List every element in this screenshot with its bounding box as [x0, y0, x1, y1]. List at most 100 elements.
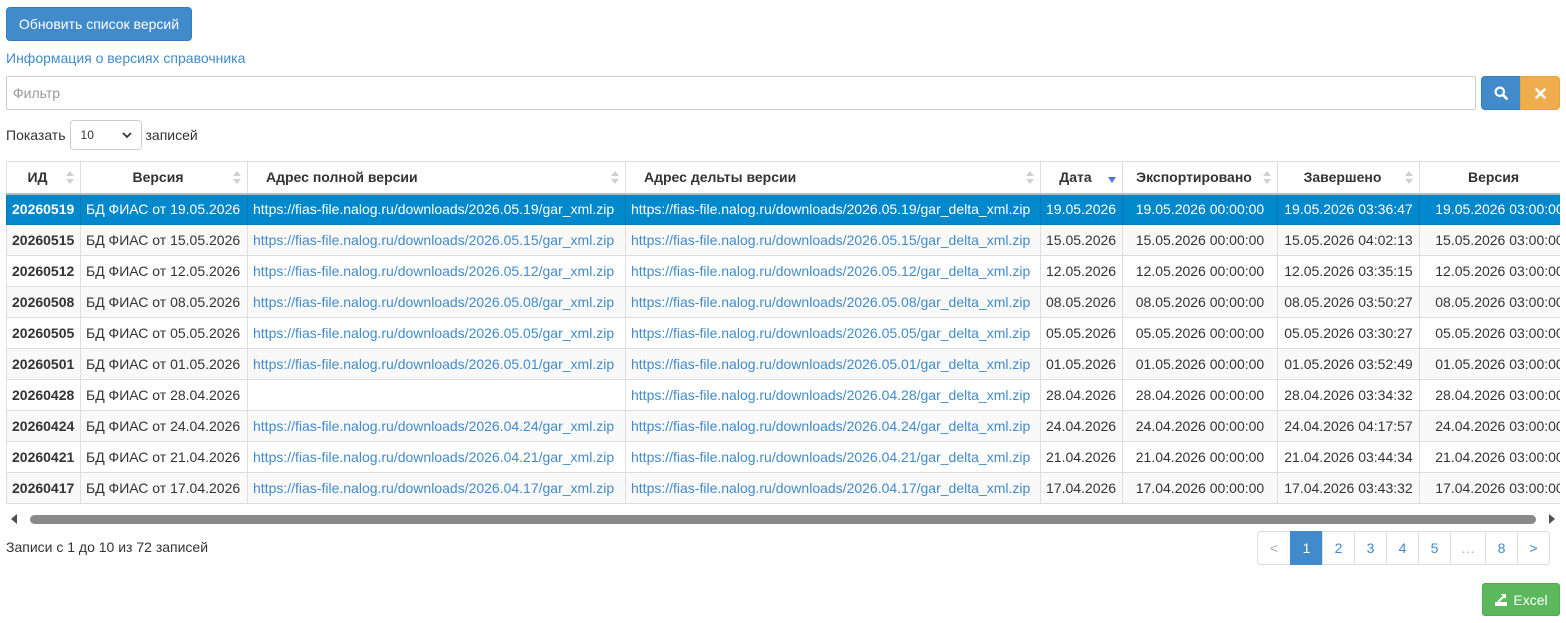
column-header-label: Экспортировано — [1136, 169, 1252, 186]
cell-version: БД ФИАС от 01.05.2026 — [80, 348, 248, 380]
table-row[interactable]: 20260501 БД ФИАС от 01.05.2026 https://fia… — [6, 348, 1560, 380]
full-version-link[interactable]: https://fias-file.nalog.ru/downloads/202… — [253, 449, 614, 465]
full-version-link[interactable]: https://fias-file.nalog.ru/downloads/202… — [253, 480, 614, 496]
search-button[interactable] — [1481, 76, 1521, 110]
column-header[interactable]: ИД — [6, 161, 81, 195]
cell-delta-url: https://fias-file.nalog.ru/downloads/202… — [625, 224, 1041, 256]
cell-version: БД ФИАС от 12.05.2026 — [80, 255, 248, 287]
page-length-select[interactable]: 10 — [69, 120, 142, 150]
cell-date: 17.04.2026 — [1040, 472, 1123, 504]
full-version-link[interactable]: https://fias-file.nalog.ru/downloads/202… — [253, 418, 614, 434]
cell-version: БД ФИАС от 05.05.2026 — [80, 317, 248, 349]
delta-version-link[interactable]: https://fias-file.nalog.ru/downloads/202… — [631, 263, 1030, 279]
cell-delta-url: https://fias-file.nalog.ru/downloads/202… — [625, 379, 1041, 411]
cell-completed: 08.05.2026 03:50:27 — [1277, 286, 1420, 318]
scroll-right-icon[interactable] — [1548, 514, 1556, 524]
versions-info-link[interactable]: Информация о версиях справочника — [6, 50, 245, 66]
cell-date: 28.04.2026 — [1040, 379, 1123, 411]
page-button[interactable]: 3 — [1354, 531, 1387, 565]
cell-delta-url: https://fias-file.nalog.ru/downloads/202… — [625, 410, 1041, 442]
page-length-control: Показать 10 записей — [6, 120, 198, 150]
cell-date: 12.05.2026 — [1040, 255, 1123, 287]
cell-id: 20260501 — [6, 348, 81, 380]
cell-completed: 01.05.2026 03:52:49 — [1277, 348, 1420, 380]
next-page-button[interactable]: > — [1517, 531, 1550, 565]
page-button[interactable]: 1 — [1290, 531, 1323, 565]
cell-delta-url: https://fias-file.nalog.ru/downloads/202… — [625, 286, 1041, 318]
cell-date: 15.05.2026 — [1040, 224, 1123, 256]
cell-full-url: https://fias-file.nalog.ru/downloads/202… — [247, 193, 626, 225]
delta-version-link[interactable]: https://fias-file.nalog.ru/downloads/202… — [631, 480, 1030, 496]
cell-full-url: https://fias-file.nalog.ru/downloads/202… — [247, 286, 626, 318]
delta-version-link[interactable]: https://fias-file.nalog.ru/downloads/202… — [631, 356, 1030, 372]
delta-version-link[interactable]: https://fias-file.nalog.ru/downloads/202… — [631, 294, 1030, 310]
scroll-left-icon[interactable] — [10, 514, 18, 524]
table-row[interactable]: 20260417 БД ФИАС от 17.04.2026 https://fia… — [6, 472, 1560, 504]
table-header-row: ИД Версия Адрес полной версии Адрес дельты … — [6, 161, 1560, 195]
filter-input[interactable] — [6, 76, 1476, 110]
full-version-link[interactable]: https://fias-file.nalog.ru/downloads/202… — [253, 232, 614, 248]
column-header[interactable]: Версия — [80, 161, 248, 195]
full-version-link[interactable]: https://fias-file.nalog.ru/downloads/202… — [253, 325, 614, 341]
versions-table-container: ИД Версия Адрес полной версии Адрес дельты … — [6, 161, 1560, 505]
column-header[interactable]: Адрес дельты версии — [625, 161, 1041, 195]
delta-version-link[interactable]: https://fias-file.nalog.ru/downloads/202… — [631, 232, 1030, 248]
table-row[interactable]: 20260428 БД ФИАС от 28.04.2026 https://fia… — [6, 379, 1560, 411]
page-length-suffix: записей — [145, 127, 198, 143]
cell-version-time: 17.04.2026 03:00:00 — [1419, 472, 1560, 504]
full-version-link[interactable]: https://fias-file.nalog.ru/downloads/202… — [253, 294, 614, 310]
page-button[interactable]: 8 — [1485, 531, 1518, 565]
cell-full-url: https://fias-file.nalog.ru/downloads/202… — [247, 472, 626, 504]
cell-exported: 19.05.2026 00:00:00 — [1122, 193, 1278, 225]
sort-icon — [611, 171, 619, 184]
cell-delta-url: https://fias-file.nalog.ru/downloads/202… — [625, 441, 1041, 473]
delta-version-link[interactable]: https://fias-file.nalog.ru/downloads/202… — [631, 418, 1030, 434]
column-header[interactable]: Адрес полной версии — [247, 161, 626, 195]
cell-date: 05.05.2026 — [1040, 317, 1123, 349]
table-row[interactable]: 20260505 БД ФИАС от 05.05.2026 https://fia… — [6, 317, 1560, 349]
full-version-link[interactable]: https://fias-file.nalog.ru/downloads/202… — [253, 263, 614, 279]
page-button[interactable]: 5 — [1418, 531, 1451, 565]
table-row[interactable]: 20260512 БД ФИАС от 12.05.2026 https://fia… — [6, 255, 1560, 287]
excel-export-button[interactable]: Excel — [1482, 583, 1560, 616]
delta-version-link[interactable]: https://fias-file.nalog.ru/downloads/202… — [631, 201, 1030, 217]
sort-icon — [1263, 171, 1271, 184]
clear-filter-button[interactable] — [1520, 76, 1560, 110]
horizontal-scrollbar[interactable] — [6, 510, 1560, 528]
delta-version-link[interactable]: https://fias-file.nalog.ru/downloads/202… — [631, 387, 1030, 403]
page-button[interactable]: 2 — [1322, 531, 1355, 565]
versions-table: ИД Версия Адрес полной версии Адрес дельты … — [6, 161, 1560, 504]
cell-full-url: https://fias-file.nalog.ru/downloads/202… — [247, 348, 626, 380]
cell-exported: 12.05.2026 00:00:00 — [1122, 255, 1278, 287]
table-row[interactable]: 20260421 БД ФИАС от 21.04.2026 https://fia… — [6, 441, 1560, 473]
delta-version-link[interactable]: https://fias-file.nalog.ru/downloads/202… — [631, 449, 1030, 465]
column-header[interactable]: Завершено — [1277, 161, 1420, 195]
column-header[interactable]: Дата — [1040, 161, 1123, 195]
cell-version: БД ФИАС от 17.04.2026 — [80, 472, 248, 504]
cell-version-time: 28.04.2026 03:00:00 — [1419, 379, 1560, 411]
cell-exported: 24.04.2026 00:00:00 — [1122, 410, 1278, 442]
export-icon — [1495, 593, 1508, 606]
cell-version-time: 08.05.2026 03:00:00 — [1419, 286, 1560, 318]
cell-id: 20260519 — [6, 193, 81, 225]
full-version-link[interactable]: https://fias-file.nalog.ru/downloads/202… — [253, 356, 614, 372]
table-row[interactable]: 20260424 БД ФИАС от 24.04.2026 https://fia… — [6, 410, 1560, 442]
page-button[interactable]: 4 — [1386, 531, 1419, 565]
cell-id: 20260515 — [6, 224, 81, 256]
table-info: Записи с 1 до 10 из 72 записей — [6, 539, 209, 555]
cell-version-time: 05.05.2026 03:00:00 — [1419, 317, 1560, 349]
table-row[interactable]: 20260519 БД ФИАС от 19.05.2026 https://fia… — [6, 193, 1560, 225]
table-row[interactable]: 20260515 БД ФИАС от 15.05.2026 https://fia… — [6, 224, 1560, 256]
cell-id: 20260428 — [6, 379, 81, 411]
full-version-link[interactable]: https://fias-file.nalog.ru/downloads/202… — [253, 201, 614, 217]
refresh-versions-button[interactable]: Обновить список версий — [6, 7, 192, 41]
table-row[interactable]: 20260508 БД ФИАС от 08.05.2026 https://fia… — [6, 286, 1560, 318]
column-header[interactable]: Версия — [1419, 161, 1560, 195]
cell-version: БД ФИАС от 28.04.2026 — [80, 379, 248, 411]
scrollbar-thumb[interactable] — [30, 515, 1536, 524]
column-header[interactable]: Экспортировано — [1122, 161, 1278, 195]
column-header-label: ИД — [27, 169, 48, 186]
cell-completed: 17.04.2026 03:43:32 — [1277, 472, 1420, 504]
cell-version: БД ФИАС от 24.04.2026 — [80, 410, 248, 442]
delta-version-link[interactable]: https://fias-file.nalog.ru/downloads/202… — [631, 325, 1030, 341]
